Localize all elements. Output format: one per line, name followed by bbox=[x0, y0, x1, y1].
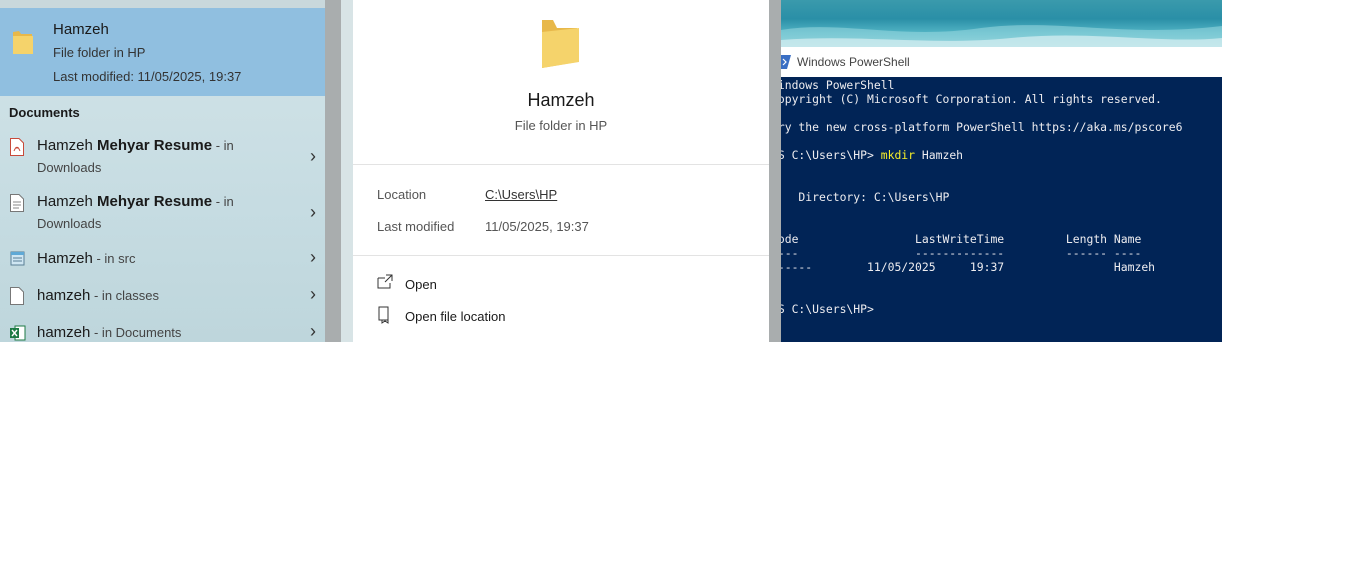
modified-label: Last modified bbox=[377, 219, 455, 234]
excel-icon bbox=[10, 325, 26, 342]
list-item[interactable]: Hamzeh - in src › bbox=[0, 247, 325, 273]
divider bbox=[353, 164, 769, 165]
location-label: Location bbox=[377, 187, 427, 202]
console-command-arg: Hamzeh bbox=[915, 148, 964, 162]
result-location: - in Documents bbox=[90, 325, 182, 340]
chevron-right-icon[interactable]: › bbox=[310, 247, 316, 268]
open-action[interactable]: Open bbox=[377, 274, 577, 296]
copy-path-icon[interactable] bbox=[377, 337, 391, 342]
best-match-title: Hamzeh bbox=[53, 21, 109, 38]
list-item[interactable]: hamzeh - in Documents › bbox=[0, 321, 325, 342]
text-document-icon bbox=[10, 194, 24, 217]
best-match-modified: Last modified: 11/05/2025, 19:37 bbox=[53, 69, 242, 84]
chevron-right-icon[interactable]: › bbox=[310, 202, 316, 223]
open-icon bbox=[377, 274, 393, 295]
console-line: Directory: C:\Users\HP bbox=[781, 190, 950, 204]
console-line: PS C:\Users\HP> bbox=[781, 302, 874, 316]
result-name: hamzeh bbox=[37, 324, 91, 341]
open-label: Open bbox=[405, 277, 437, 292]
list-item[interactable]: Hamzeh Mehyar Resume - in Downloads › bbox=[0, 134, 325, 184]
open-file-location-icon bbox=[377, 306, 393, 329]
preview-subtitle: File folder in HP bbox=[514, 118, 608, 133]
documents-header: Documents bbox=[9, 105, 80, 120]
preview-title: Hamzeh bbox=[527, 90, 595, 110]
folder-icon bbox=[12, 26, 34, 61]
result-name: Hamzeh bbox=[37, 137, 98, 154]
divider bbox=[353, 255, 769, 256]
result-location: - in bbox=[212, 138, 234, 153]
result-location-line2: Downloads bbox=[37, 216, 102, 231]
chevron-right-icon[interactable]: › bbox=[310, 146, 316, 167]
notepad-icon bbox=[10, 250, 26, 271]
result-name: Hamzeh bbox=[37, 250, 93, 267]
result-name: Hamzeh bbox=[37, 193, 98, 210]
result-location: - in bbox=[212, 194, 234, 209]
console-line: Copyright (C) Microsoft Corporation. All… bbox=[781, 92, 1162, 106]
console-command: mkdir bbox=[880, 148, 916, 162]
top-strip bbox=[0, 0, 325, 8]
console-prompt: PS C:\Users\HP> bbox=[781, 148, 881, 162]
list-item[interactable]: hamzeh - in classes › bbox=[0, 284, 325, 310]
result-location: - in classes bbox=[90, 288, 160, 303]
desktop-wallpaper bbox=[781, 0, 1222, 47]
best-match-subtitle: File folder in HP bbox=[53, 45, 146, 60]
result-name: hamzeh bbox=[37, 287, 91, 304]
result-location: - in src bbox=[92, 251, 136, 266]
blank-file-icon bbox=[10, 287, 24, 310]
open-file-location-label: Open file location bbox=[405, 309, 506, 324]
screen: Hamzeh File folder in HP Last modified: … bbox=[0, 0, 1358, 342]
chevron-right-icon[interactable]: › bbox=[310, 321, 316, 342]
modified-value: 11/05/2025, 19:37 bbox=[485, 219, 589, 234]
open-file-location-action[interactable]: Open file location bbox=[377, 306, 577, 328]
best-match-item[interactable]: Hamzeh File folder in HP Last modified: … bbox=[0, 8, 325, 96]
powershell-titlebar[interactable]: Windows PowerShell bbox=[781, 47, 1222, 77]
preview-pane: Hamzeh File folder in HP Location C:\Use… bbox=[341, 0, 769, 342]
powershell-title: Windows PowerShell bbox=[797, 55, 910, 69]
console-line: Mode LastWriteTime Length Name bbox=[781, 232, 1142, 246]
folder-icon bbox=[539, 14, 581, 75]
powershell-icon bbox=[781, 55, 791, 74]
pdf-icon bbox=[10, 138, 24, 161]
chevron-right-icon[interactable]: › bbox=[310, 284, 316, 305]
console-line: ---- ------------- ------ ---- bbox=[781, 246, 1142, 260]
result-name-bold: Mehyar Resume bbox=[97, 137, 213, 154]
window-gap bbox=[769, 0, 781, 342]
console-line: PS C:\Users\HP> mkdir Hamzeh bbox=[781, 148, 963, 162]
console-line: Windows PowerShell bbox=[781, 78, 895, 92]
result-name-bold: Mehyar Resume bbox=[97, 193, 213, 210]
result-location-line2: Downloads bbox=[37, 160, 102, 175]
search-results-panel: Hamzeh File folder in HP Last modified: … bbox=[0, 0, 325, 342]
console-line: Try the new cross-platform PowerShell ht… bbox=[781, 120, 1183, 134]
list-item[interactable]: Hamzeh Mehyar Resume - in Downloads › bbox=[0, 190, 325, 240]
results-scrollbar[interactable] bbox=[325, 0, 341, 342]
location-link[interactable]: C:\Users\HP bbox=[485, 187, 557, 202]
powershell-console[interactable]: Windows PowerShell Copyright (C) Microso… bbox=[781, 77, 1222, 342]
console-line: d----- 11/05/2025 19:37 Hamzeh bbox=[781, 260, 1156, 274]
